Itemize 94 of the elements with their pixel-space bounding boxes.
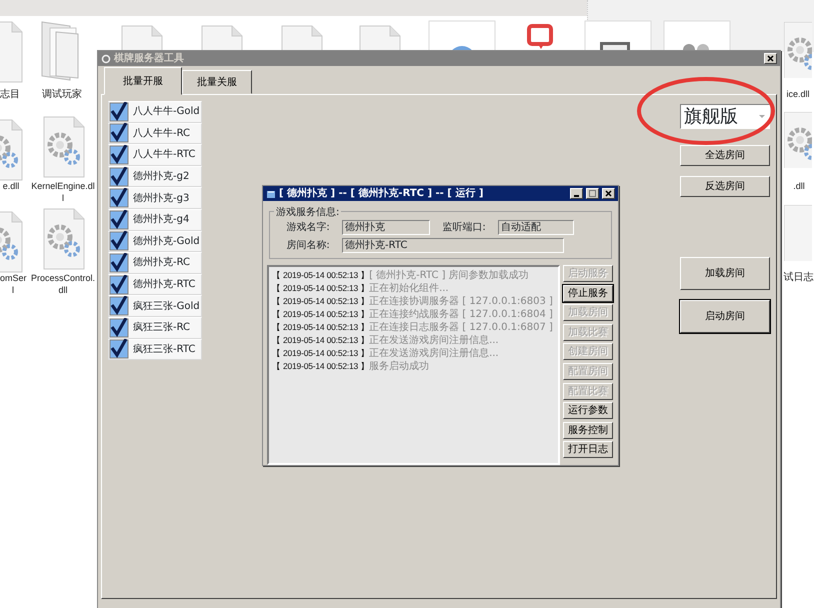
log-message: 正在发送游戏房间注册信息... xyxy=(369,347,499,360)
room-label: 八人牛牛-RTC xyxy=(133,148,196,162)
log-timestamp: 【 2019-05-14 00:52:13 】 xyxy=(272,295,370,308)
checkbox[interactable] xyxy=(109,274,129,295)
window-title: [ 德州扑克 ] -- [ 德州扑克-RTC ] -- [ 运行 ] xyxy=(279,186,484,201)
close-icon xyxy=(767,55,774,62)
text-field[interactable]: 德州扑克-RTC xyxy=(342,238,564,252)
room-item[interactable]: 疯狂三张-Gold xyxy=(108,295,202,317)
checkbox[interactable] xyxy=(109,102,129,122)
service-button[interactable]: 停止服务 xyxy=(563,284,613,302)
edition-dropdown[interactable]: 旗舰版 xyxy=(680,104,770,129)
room-label: 疯狂三张-Gold xyxy=(133,300,200,314)
action-button[interactable]: 全选房间 xyxy=(680,145,770,166)
icon-label: .dll xyxy=(792,180,806,192)
service-button[interactable]: 打开日志 xyxy=(563,441,613,458)
icon-label: 调试玩家 xyxy=(41,89,83,101)
room-item[interactable]: 德州扑克-g2 xyxy=(108,166,202,188)
app-icon xyxy=(266,188,276,198)
log-message: 正在连接约战服务器 [ 127.0.0.1:6804 ] xyxy=(369,308,553,321)
room-item[interactable]: 疯狂三张-RC xyxy=(108,316,202,339)
room-label: 德州扑克-g4 xyxy=(133,212,190,228)
room-label: 八人牛牛-RC xyxy=(133,126,190,141)
checkbox[interactable] xyxy=(109,231,129,252)
file-icon xyxy=(784,205,812,261)
checkbox[interactable] xyxy=(109,166,129,187)
icon-label: 试日志 xyxy=(783,272,814,284)
field-label: 游戏名字: xyxy=(285,220,331,234)
action-button[interactable]: 加载房间 xyxy=(680,257,770,290)
log-timestamp: 【 2019-05-14 00:52:13 】 xyxy=(272,282,370,295)
room-item[interactable]: 德州扑克-g3 xyxy=(108,187,202,209)
room-label: 德州扑克-g2 xyxy=(133,170,190,184)
tab[interactable]: 批量开服 xyxy=(104,67,182,95)
room-label: 德州扑克-RC xyxy=(133,256,190,270)
checkbox[interactable] xyxy=(109,252,129,273)
gear-file-icon xyxy=(784,22,812,78)
log-timestamp: 【 2019-05-14 00:52:13 】 xyxy=(272,347,370,360)
dropdown-value: 旗舰版 xyxy=(684,105,738,129)
maximize-button[interactable] xyxy=(586,188,599,199)
app-icon xyxy=(101,54,111,64)
checkbox[interactable] xyxy=(109,318,129,338)
maximize-icon xyxy=(589,190,596,197)
log-timestamp: 【 2019-05-14 00:52:13 】 xyxy=(272,360,370,373)
log-message: 服务启动成功 xyxy=(369,360,430,373)
log-message: 正在连接日志服务器 [ 127.0.0.1:6807 ] xyxy=(369,321,553,334)
checkbox[interactable] xyxy=(109,188,129,208)
room-item[interactable]: 疯狂三张-RTC xyxy=(108,338,202,360)
room-item[interactable]: 八人牛牛-RC xyxy=(108,122,202,144)
room-label: 德州扑克-Gold xyxy=(133,234,200,249)
checkbox[interactable] xyxy=(109,144,129,165)
text-field[interactable]: 德州扑克 xyxy=(342,220,430,234)
icon-label: omSer l xyxy=(0,272,26,296)
tab[interactable]: 批量关服 xyxy=(182,70,252,94)
checkbox[interactable] xyxy=(109,210,129,230)
log-timestamp: 【 2019-05-14 00:52:13 】 xyxy=(272,269,370,282)
log-message: [ 德州扑克-RTC ] 房间参数加载成功 xyxy=(369,269,529,282)
room-item[interactable]: 德州扑克-RTC xyxy=(108,274,202,296)
room-label: 德州扑克-g3 xyxy=(133,192,190,206)
room-item[interactable]: 八人牛牛-Gold xyxy=(108,101,202,123)
checkbox[interactable] xyxy=(109,339,129,360)
close-button[interactable] xyxy=(602,188,615,199)
icon-label: 志目 xyxy=(0,89,20,101)
field-label: 监听端口: xyxy=(441,220,487,234)
minimize-button[interactable] xyxy=(570,188,583,199)
log-message: 正在发送游戏房间注册信息... xyxy=(369,334,499,347)
service-button[interactable]: 运行参数 xyxy=(563,402,613,420)
action-button[interactable]: 启动房间 xyxy=(680,300,770,333)
room-label: 疯狂三张-RTC xyxy=(133,342,196,357)
room-label: 德州扑克-RTC xyxy=(133,278,196,292)
room-item[interactable]: 德州扑克-RC xyxy=(108,252,202,274)
icon-label: KernelEngine.dl l xyxy=(30,180,96,204)
action-button[interactable]: 反选房间 xyxy=(680,176,770,197)
room-label: 八人牛牛-Gold xyxy=(133,104,200,120)
close-button[interactable] xyxy=(764,53,777,64)
log-timestamp: 【 2019-05-14 00:52:13 】 xyxy=(272,308,370,321)
caret-icon xyxy=(758,114,766,120)
icon-label: ProcessControl. dll xyxy=(30,272,96,296)
room-item[interactable]: 德州扑克-g4 xyxy=(108,208,202,231)
text-field[interactable]: 自动适配 xyxy=(498,220,574,234)
icon-label: ice.dll xyxy=(785,88,810,100)
window-title: 棋牌服务器工具 xyxy=(114,52,185,66)
room-item[interactable]: 德州扑克-Gold xyxy=(108,230,202,252)
close-icon xyxy=(605,190,612,197)
service-button[interactable]: 服务控制 xyxy=(563,422,613,439)
room-item[interactable]: 八人牛牛-RTC xyxy=(108,144,202,166)
log-message: 正在初始化组件... xyxy=(369,282,449,295)
checkbox[interactable] xyxy=(109,123,129,144)
icon-label: e.dll xyxy=(2,180,20,192)
gear-file-icon xyxy=(784,112,812,168)
room-label: 疯狂三张-RC xyxy=(133,320,190,336)
checkbox[interactable] xyxy=(109,296,129,316)
log-timestamp: 【 2019-05-14 00:52:13 】 xyxy=(272,334,370,347)
log-message: 正在连接协调服务器 [ 127.0.0.1:6803 ] xyxy=(369,295,553,308)
field-label: 房间名称: xyxy=(285,238,331,252)
log-timestamp: 【 2019-05-14 00:52:13 】 xyxy=(272,321,370,334)
